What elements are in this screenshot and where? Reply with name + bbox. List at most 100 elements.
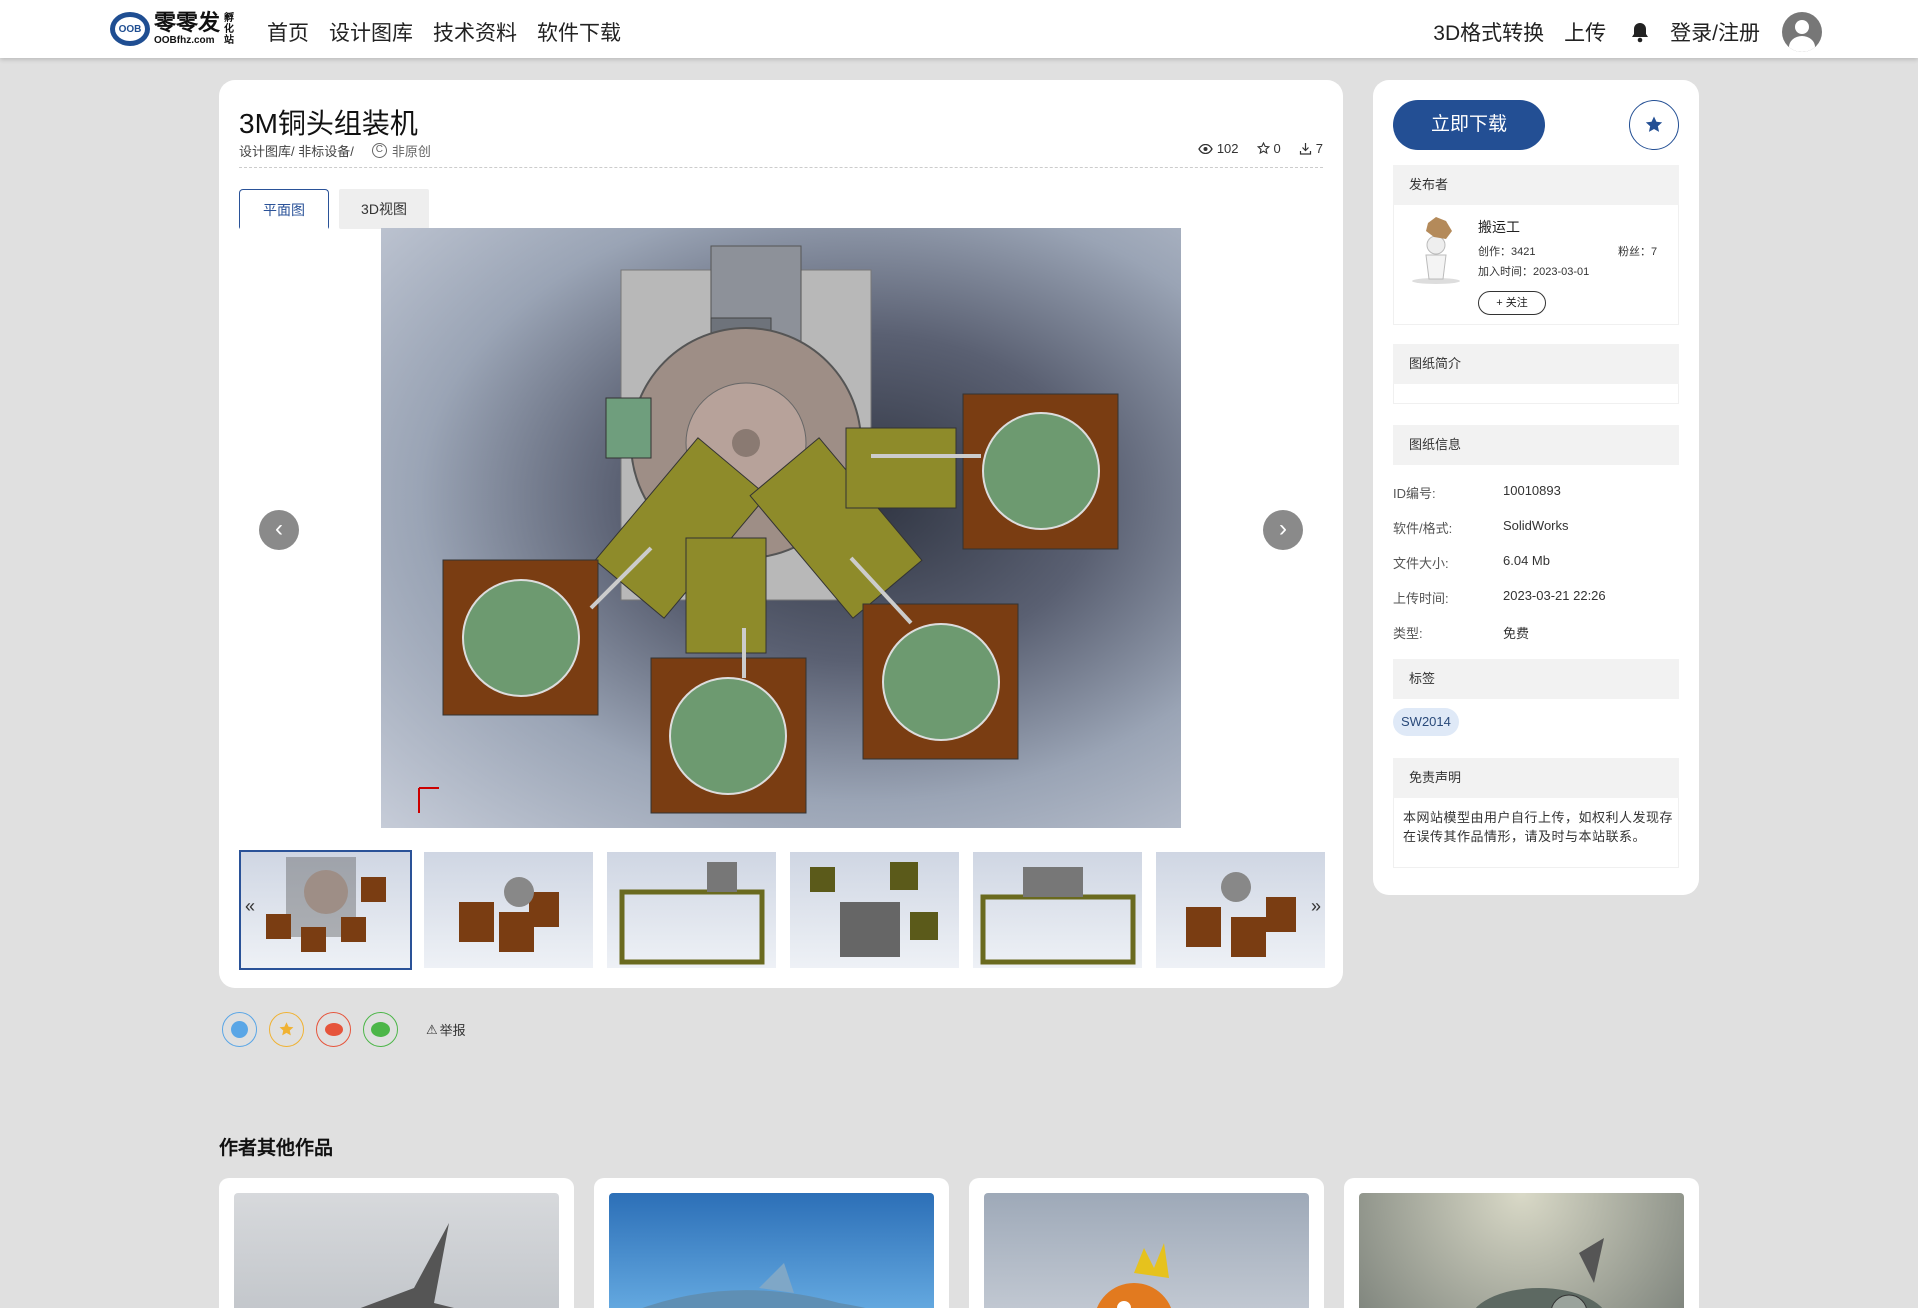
- thumbnail-2[interactable]: [422, 850, 595, 970]
- thumbnail-1[interactable]: «: [239, 850, 412, 970]
- share-qq-icon[interactable]: [222, 1012, 257, 1047]
- info-row-upload-time: 上传时间: 2023-03-21 22:26: [1393, 588, 1606, 607]
- share-weibo-icon[interactable]: [316, 1012, 351, 1047]
- nav-item-tech-docs[interactable]: 技术资料: [433, 17, 517, 47]
- site-logo[interactable]: OOB 零零发 OOBfhz.com 孵化站: [110, 12, 234, 46]
- thumbnail-strip: « »: [239, 850, 1327, 970]
- report-link[interactable]: ⚠ 举报: [426, 1020, 466, 1039]
- tags-section-title: 标签: [1393, 659, 1679, 699]
- breadcrumb: 设计图库/ 非标设备/ C 非原创: [239, 141, 431, 160]
- other-work-card[interactable]: [219, 1178, 574, 1308]
- disclaimer-text: 本网站模型由用户自行上传，如权利人发现存在误传其作品情形，请及时与本站联系。: [1403, 810, 1674, 844]
- thumbnail-6[interactable]: »: [1154, 850, 1327, 970]
- thumbnail-4[interactable]: [788, 850, 961, 970]
- logo-subtitle: 孵化站: [224, 12, 235, 46]
- disclaimer-section-title: 免责声明: [1393, 758, 1679, 798]
- machine-plan-drawing: [418, 245, 1119, 814]
- nav-3d-convert[interactable]: 3D格式转换: [1433, 17, 1544, 47]
- sidebar-card: 立即下载 发布者 搬运工 创作：3421 粉丝：7 加入时间：2023-03-0…: [1373, 80, 1699, 895]
- publisher-works: 创作：3421: [1478, 246, 1536, 258]
- eye-icon: [1198, 143, 1213, 154]
- thumbs-prev-arrow[interactable]: «: [245, 896, 255, 917]
- tab-3d-view[interactable]: 3D视图: [339, 189, 429, 229]
- other-works-heading: 作者其他作品: [219, 1138, 334, 1159]
- report-label: 举报: [439, 1023, 466, 1038]
- other-work-image: [984, 1193, 1309, 1308]
- other-work-card[interactable]: [969, 1178, 1324, 1308]
- thumbnail-5-image: [980, 867, 1136, 965]
- info-value: SolidWorks: [1503, 518, 1569, 533]
- downloads-count: 7: [1315, 141, 1323, 156]
- share-wechat-icon[interactable]: [363, 1012, 398, 1047]
- other-work-card[interactable]: [594, 1178, 949, 1308]
- other-work-card[interactable]: [1344, 1178, 1699, 1308]
- other-work-image: [234, 1193, 559, 1308]
- info-value: 6.04 Mb: [1503, 553, 1550, 568]
- info-value: 免费: [1503, 626, 1530, 641]
- nav-upload[interactable]: 上传: [1564, 17, 1606, 47]
- thumbnail-5[interactable]: [971, 850, 1144, 970]
- model-detail-card: 3M铜头组装机 设计图库/ 非标设备/ C 非原创 102 0 7 平面图 3D视…: [219, 80, 1343, 988]
- publisher-avatar[interactable]: [1406, 215, 1466, 285]
- preview-next-arrow[interactable]: ›: [1263, 510, 1303, 550]
- nav-login-register[interactable]: 登录/注册: [1670, 17, 1760, 47]
- model-preview-image: [381, 228, 1181, 828]
- thumbnail-4-image: [810, 862, 938, 957]
- thumbs-next-arrow[interactable]: »: [1311, 896, 1321, 917]
- publisher-box: 搬运工 创作：3421 粉丝：7 加入时间：2023-03-01 + 关注: [1393, 205, 1679, 325]
- bell-icon[interactable]: [1630, 21, 1650, 43]
- copyright-icon: C: [371, 143, 387, 158]
- dolphin-render: [642, 1263, 866, 1308]
- logo-text-block: 零零发 OOBfhz.com: [154, 12, 220, 46]
- fish-toy-render: [1096, 1243, 1172, 1308]
- publisher-fans: 粉丝：7: [1618, 246, 1658, 258]
- info-label: 软件/格式:: [1393, 521, 1453, 536]
- info-row-type: 类型: 免费: [1393, 623, 1529, 642]
- model-title: 3M铜头组装机: [239, 108, 418, 139]
- logo-gear-icon: OOB: [110, 12, 150, 46]
- preview-prev-arrow[interactable]: ‹: [259, 510, 299, 550]
- nav-item-software-download[interactable]: 软件下载: [537, 17, 621, 47]
- logo-domain: OOBfhz.com: [154, 35, 215, 46]
- tag-badge[interactable]: SW2014: [1393, 708, 1459, 736]
- tab-plan-view[interactable]: 平面图: [239, 189, 329, 229]
- logo-name: 零零发: [154, 10, 221, 35]
- info-label: 上传时间:: [1393, 591, 1449, 606]
- thumbnail-3-image: [619, 862, 765, 965]
- publisher-section-title: 发布者: [1393, 165, 1679, 205]
- star-icon: [1645, 116, 1663, 132]
- share-qzone-icon[interactable]: [269, 1012, 304, 1047]
- share-bar: ⚠ 举报: [222, 1012, 466, 1047]
- publisher-name[interactable]: 搬运工: [1478, 217, 1520, 237]
- downloads-stat: 7: [1299, 141, 1323, 156]
- nav-item-design-library[interactable]: 设计图库: [329, 17, 413, 47]
- user-avatar-icon[interactable]: [1782, 12, 1822, 52]
- info-section-title: 图纸信息: [1393, 425, 1679, 465]
- thumbnail-2-image: [459, 877, 559, 952]
- star-outline-icon: [1256, 142, 1270, 155]
- main-nav: 首页 设计图库 技术资料 软件下载: [267, 17, 621, 47]
- warning-icon: ⚠: [426, 1021, 438, 1037]
- favorite-button[interactable]: [1629, 100, 1679, 150]
- other-work-image: [1359, 1193, 1684, 1308]
- logo-mark: OOB: [118, 23, 142, 35]
- favorites-count: 0: [1273, 141, 1281, 156]
- follow-button[interactable]: + 关注: [1478, 291, 1546, 315]
- nav-item-home[interactable]: 首页: [267, 17, 309, 47]
- info-label: ID编号:: [1393, 486, 1436, 501]
- breadcrumb-path[interactable]: 设计图库/ 非标设备/: [239, 141, 354, 160]
- favorites-stat: 0: [1256, 141, 1281, 156]
- originality-text: 非原创: [391, 144, 431, 159]
- thumbnail-3[interactable]: [605, 850, 778, 970]
- other-work-image: [609, 1193, 934, 1308]
- robot-fish-render: [1475, 1238, 1604, 1308]
- info-label: 类型:: [1393, 626, 1423, 641]
- info-value: 10010893: [1503, 483, 1561, 498]
- download-button[interactable]: 立即下载: [1393, 100, 1545, 150]
- views-stat: 102: [1198, 141, 1239, 156]
- qzone-star-icon: [279, 1022, 294, 1036]
- intro-section-title: 图纸简介: [1393, 344, 1679, 384]
- right-nav: 3D格式转换 上传 登录/注册: [1413, 12, 1822, 52]
- top-header: OOB 零零发 OOBfhz.com 孵化站 首页 设计图库 技术资料 软件下载…: [0, 0, 1918, 58]
- thumbnail-1-image: [266, 857, 386, 952]
